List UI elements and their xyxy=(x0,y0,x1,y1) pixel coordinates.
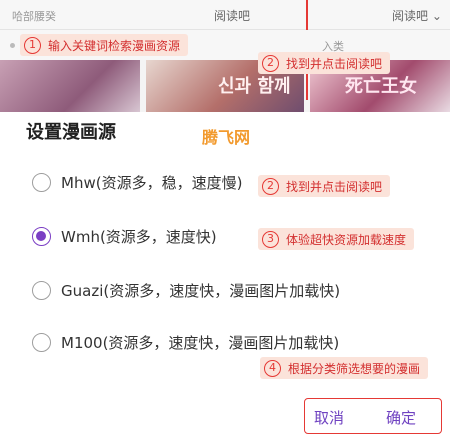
step-number-icon: 4 xyxy=(264,359,281,377)
read-tab-left[interactable]: 阅读吧 xyxy=(214,7,250,24)
callout-4: 4 根据分类筛选想要的漫画 xyxy=(260,357,429,379)
callout-2: 2 找到并点击阅读吧 xyxy=(258,52,391,74)
callout-text: 根据分类筛选想要的漫画 xyxy=(288,361,421,376)
comic-cover[interactable] xyxy=(0,60,140,112)
ok-button[interactable]: 确定 xyxy=(386,407,416,428)
manga-source-dialog xyxy=(0,112,450,436)
option-label: Guazi(资源多，速度快，漫画图片加载快) xyxy=(61,281,341,300)
callout-text: 输入关键词检索漫画资源 xyxy=(48,38,181,53)
cancel-button[interactable]: 取消 xyxy=(314,407,344,428)
option-label: M100(资源多，速度快，漫画图片加载快) xyxy=(61,333,340,352)
step-number-icon: 1 xyxy=(24,36,41,54)
watermark: 腾飞网 xyxy=(202,128,251,147)
dialog-title: 设置漫画源 xyxy=(26,122,116,143)
comic-cover-title: 신과 함께 xyxy=(218,76,291,97)
read-tab-right[interactable]: 阅读吧 ⌄ xyxy=(392,7,442,24)
callout-3: 3 体验超快资源加载速度 xyxy=(258,228,415,250)
step-number-icon: 2 xyxy=(262,54,279,72)
radio-button[interactable] xyxy=(32,280,51,300)
radio-button[interactable] xyxy=(32,172,51,192)
option-label: Mhw(资源多，稳，速度慢) xyxy=(61,173,243,192)
top-bar-text: 哈部腰癸 xyxy=(12,10,56,23)
search-dot-icon xyxy=(10,43,15,48)
callout-text: 找到并点击阅读吧 xyxy=(286,179,383,194)
step-number-icon: 3 xyxy=(262,230,279,248)
callout-text: 体验超快资源加载速度 xyxy=(286,232,407,247)
comic-cover-title: 死亡王女 xyxy=(345,76,417,97)
callout-1: 1 输入关键词检索漫画资源 xyxy=(20,34,189,56)
radio-button-selected[interactable] xyxy=(32,226,51,246)
option-label: Wmh(资源多，速度快) xyxy=(61,227,217,246)
radio-button[interactable] xyxy=(32,332,51,352)
step-number-icon: 2 xyxy=(262,177,279,195)
source-option-guazi[interactable]: Guazi(资源多，速度快，漫画图片加载快) xyxy=(32,279,352,301)
callout-text: 找到并点击阅读吧 xyxy=(286,56,383,71)
source-option-m100[interactable]: M100(资源多，速度快，漫画图片加载快) xyxy=(32,331,352,353)
callout-2b: 2 找到并点击阅读吧 xyxy=(258,175,391,197)
